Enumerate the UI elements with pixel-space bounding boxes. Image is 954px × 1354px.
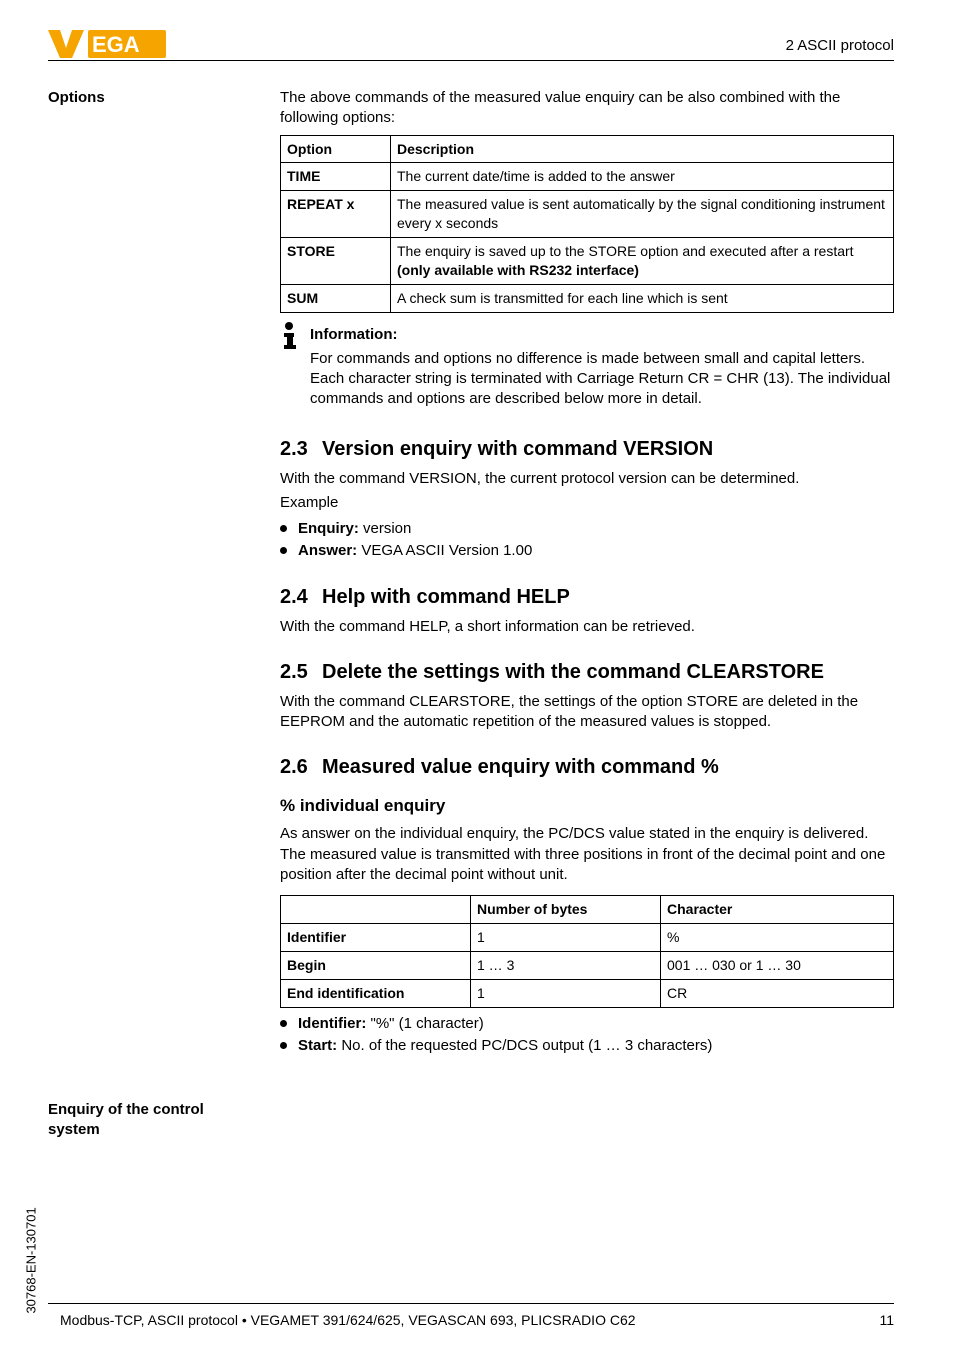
enq-th-blank [281,896,471,924]
options-th-option: Option [281,135,391,163]
section-2-6-heading: 2.6 Measured value enquiry with command … [280,754,894,781]
s23-bullet-answer: Answer: VEGA ASCII Version 1.00 [280,541,894,561]
header-section-label: 2 ASCII protocol [786,36,894,56]
opt-repeat-desc: The measured value is sent automatically… [391,191,894,238]
tail-bullet-start: Start: No. of the requested PC/DCS outpu… [280,1036,894,1056]
margin-label-options: Options [48,88,238,108]
tail-bullet-identifier: Identifier: "%" (1 character) [280,1014,894,1034]
enq-r3c1: End identification [281,979,471,1007]
main-content: The above commands of the measured value… [280,84,894,1062]
doc-id-vertical: 30768-EN-130701 [22,1208,40,1314]
s23-p2: Example [280,493,894,513]
enq-r3c2: 1 [471,979,661,1007]
s23-bullet-enquiry: Enquiry: version [280,519,894,539]
opt-store: STORE [281,238,391,285]
info-icon [280,321,310,414]
info-body: For commands and options no difference i… [310,349,894,410]
section-2-5-heading: 2.5 Delete the settings with the command… [280,659,894,686]
footer-left: Modbus-TCP, ASCII protocol • VEGAMET 391… [60,1311,636,1330]
margin-label-enquiry: Enquiry of the control system [48,1100,238,1141]
options-th-desc: Description [391,135,894,163]
section-2-3-heading: 2.3 Version enquiry with command VERSION [280,436,894,463]
s26-subheading: % individual enquiry [280,795,894,818]
enq-r3c3: CR [661,979,894,1007]
opt-sum-desc: A check sum is transmitted for each line… [391,284,894,312]
info-heading: Information: [310,325,894,345]
options-table: Option Description TIME The current date… [280,135,894,313]
enq-r2c1: Begin [281,951,471,979]
opt-sum: SUM [281,284,391,312]
enq-r1c3: % [661,924,894,952]
opt-repeat: REPEAT x [281,191,391,238]
s23-p1: With the command VERSION, the current pr… [280,469,894,489]
s25-p1: With the command CLEARSTORE, the setting… [280,692,894,733]
enq-r2c2: 1 … 3 [471,951,661,979]
enq-r2c3: 001 … 030 or 1 … 30 [661,951,894,979]
enq-r1c2: 1 [471,924,661,952]
enquiry-table: Number of bytes Character Identifier 1 %… [280,895,894,1008]
enq-th-char: Character [661,896,894,924]
options-intro: The above commands of the measured value… [280,88,894,129]
opt-time: TIME [281,163,391,191]
s26-p1: As answer on the individual enquiry, the… [280,824,894,885]
footer-rule [48,1303,894,1304]
opt-time-desc: The current date/time is added to the an… [391,163,894,191]
header-rule [48,60,894,61]
enq-th-bytes: Number of bytes [471,896,661,924]
opt-store-desc: The enquiry is saved up to the STORE opt… [391,238,894,285]
footer-page-number: 11 [879,1311,894,1330]
section-2-4-heading: 2.4 Help with command HELP [280,584,894,611]
enq-r1c1: Identifier [281,924,471,952]
svg-text:EGA: EGA [92,32,140,57]
s24-p1: With the command HELP, a short informati… [280,617,894,637]
